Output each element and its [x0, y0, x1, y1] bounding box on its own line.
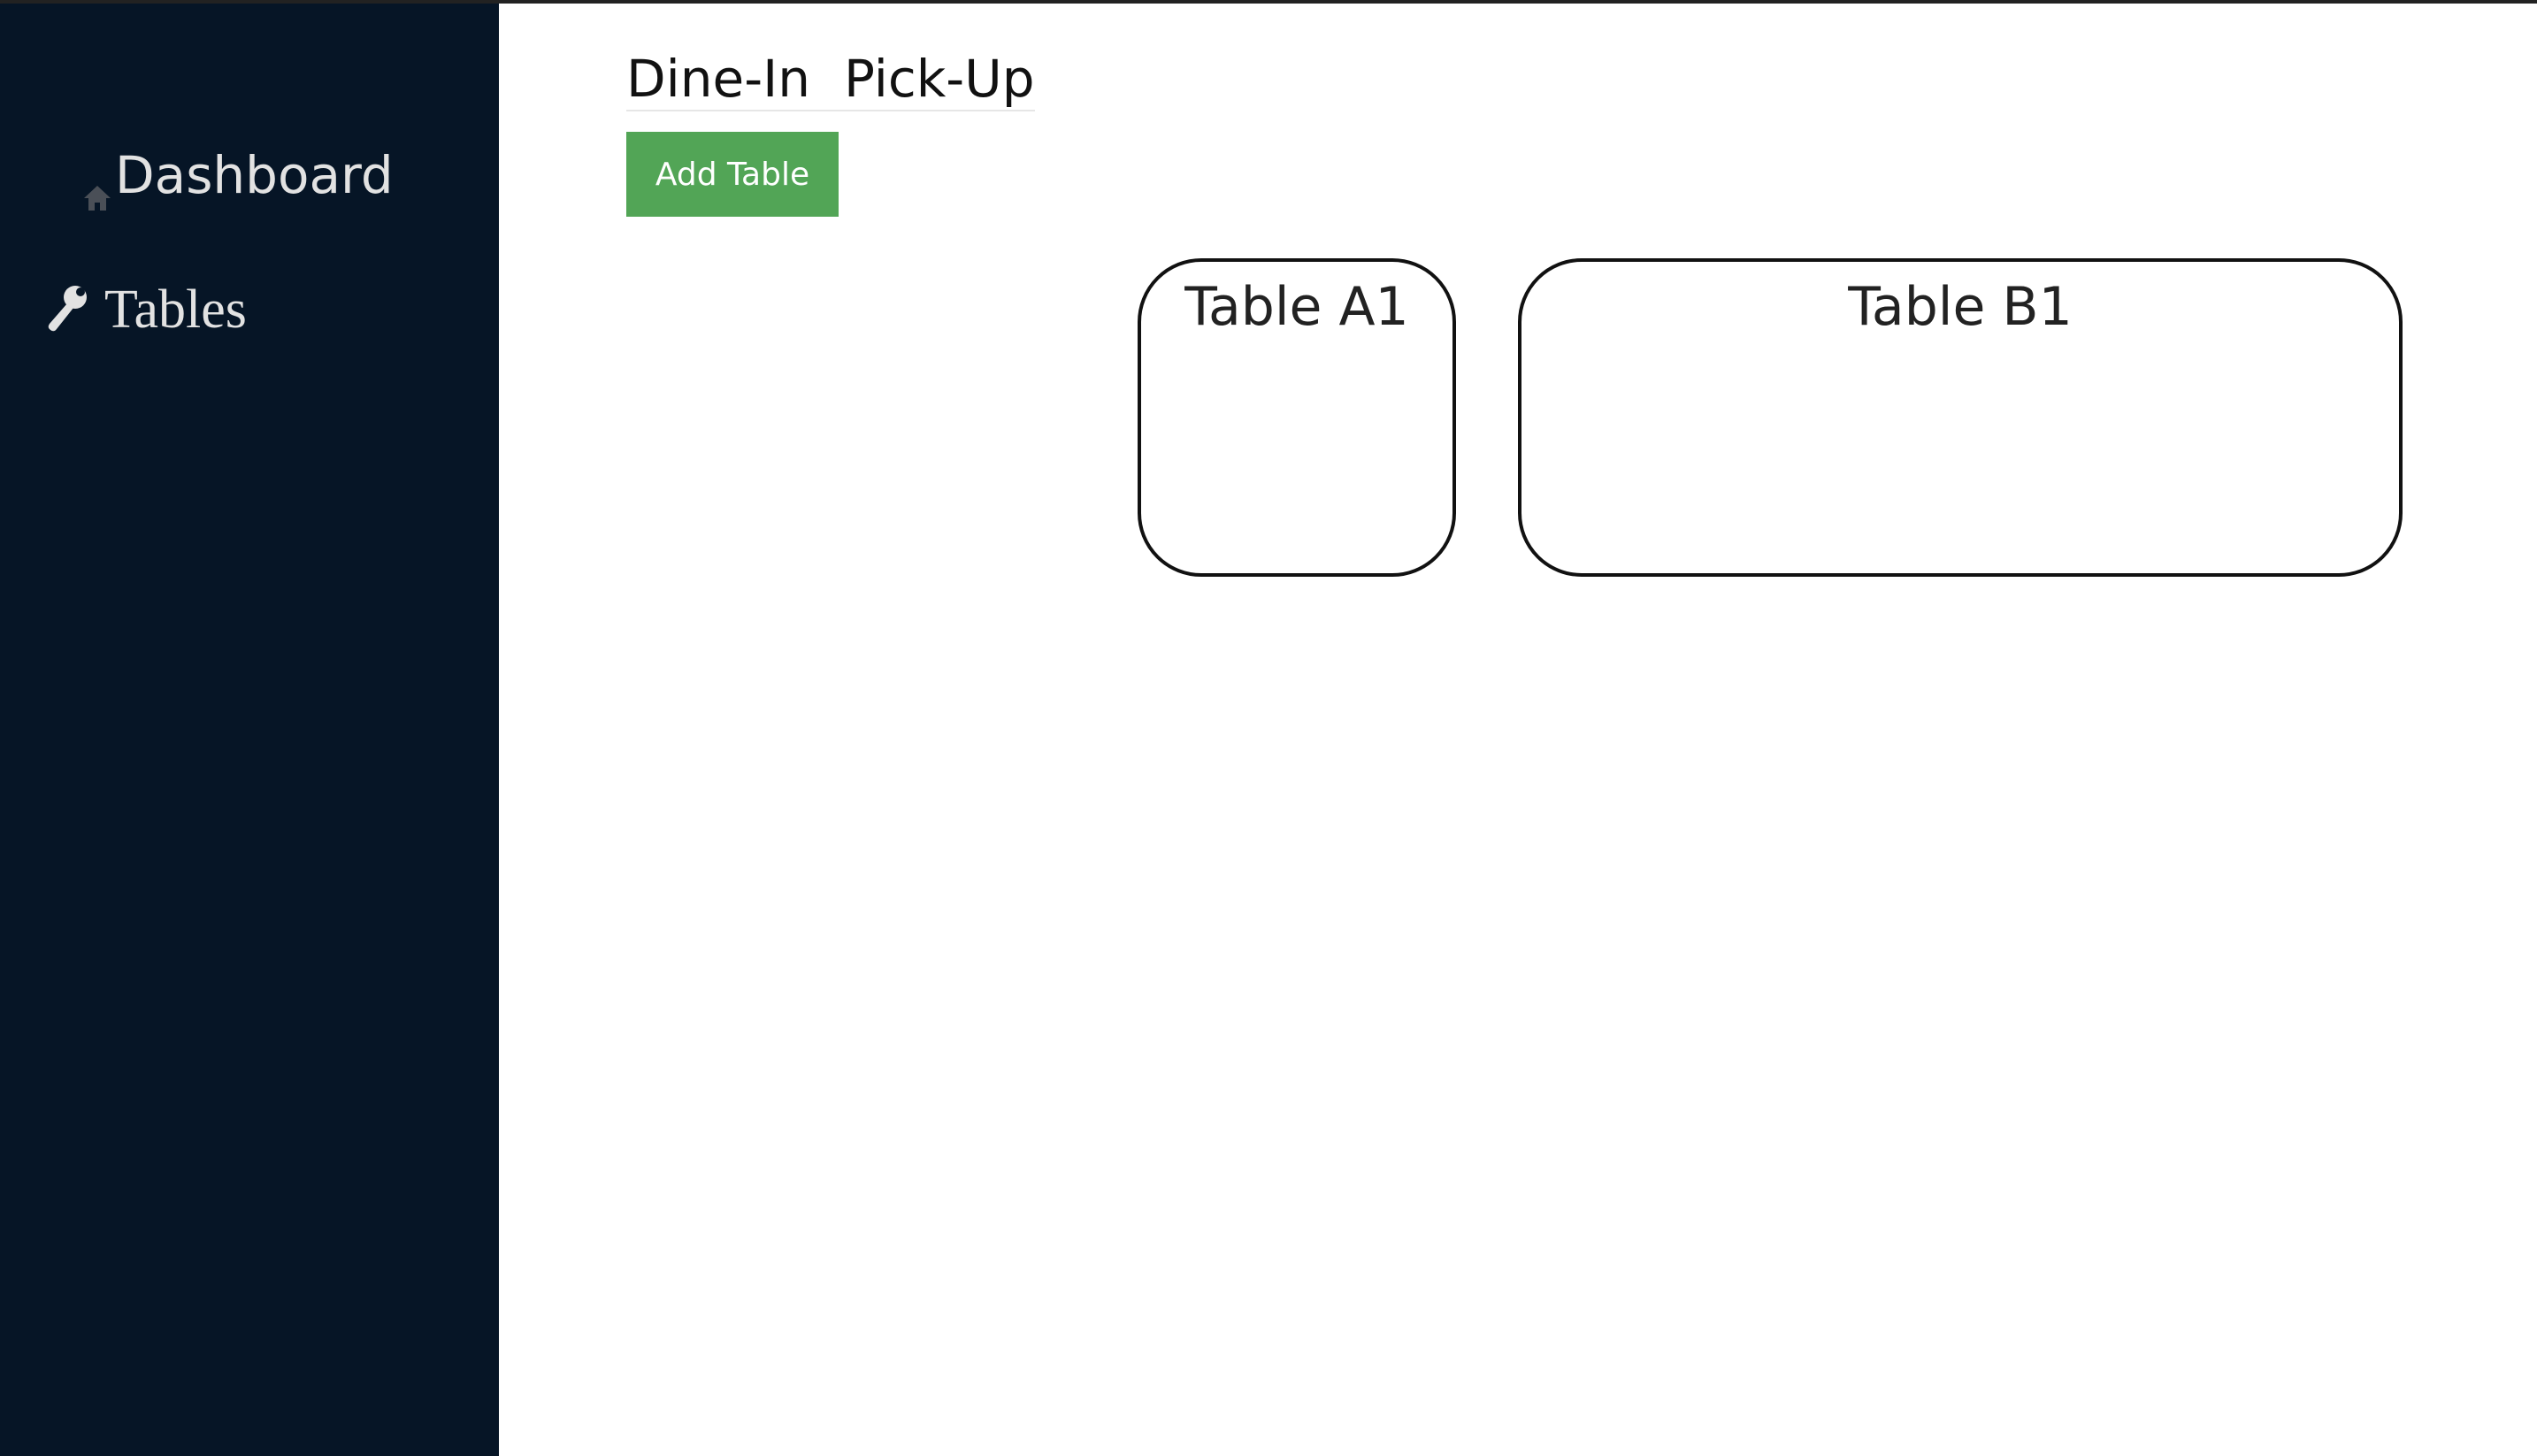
table-card-a1[interactable]: Table A1	[1138, 258, 1456, 577]
tab-dine-in[interactable]: Dine-In	[626, 48, 810, 110]
table-label: Table B1	[1848, 276, 2073, 338]
order-type-tabs: Dine-In Pick-Up	[626, 48, 1035, 111]
sidebar-item-tables[interactable]: Tables	[44, 271, 247, 341]
tab-pick-up[interactable]: Pick-Up	[844, 48, 1035, 110]
home-icon	[81, 166, 113, 211]
table-label: Table A1	[1184, 276, 1409, 338]
sidebar-item-dashboard[interactable]: Dashboard	[81, 134, 394, 211]
sidebar-item-label: Tables	[104, 280, 247, 340]
sidebar: Dashboard Tables	[0, 4, 499, 1456]
table-card-b1[interactable]: Table B1	[1518, 258, 2403, 577]
sidebar-item-label: Dashboard	[115, 145, 394, 205]
add-table-button[interactable]: Add Table	[626, 132, 839, 217]
main-content: Dine-In Pick-Up Add Table Table A1 Table…	[499, 4, 2537, 1456]
wrench-icon	[44, 283, 88, 333]
